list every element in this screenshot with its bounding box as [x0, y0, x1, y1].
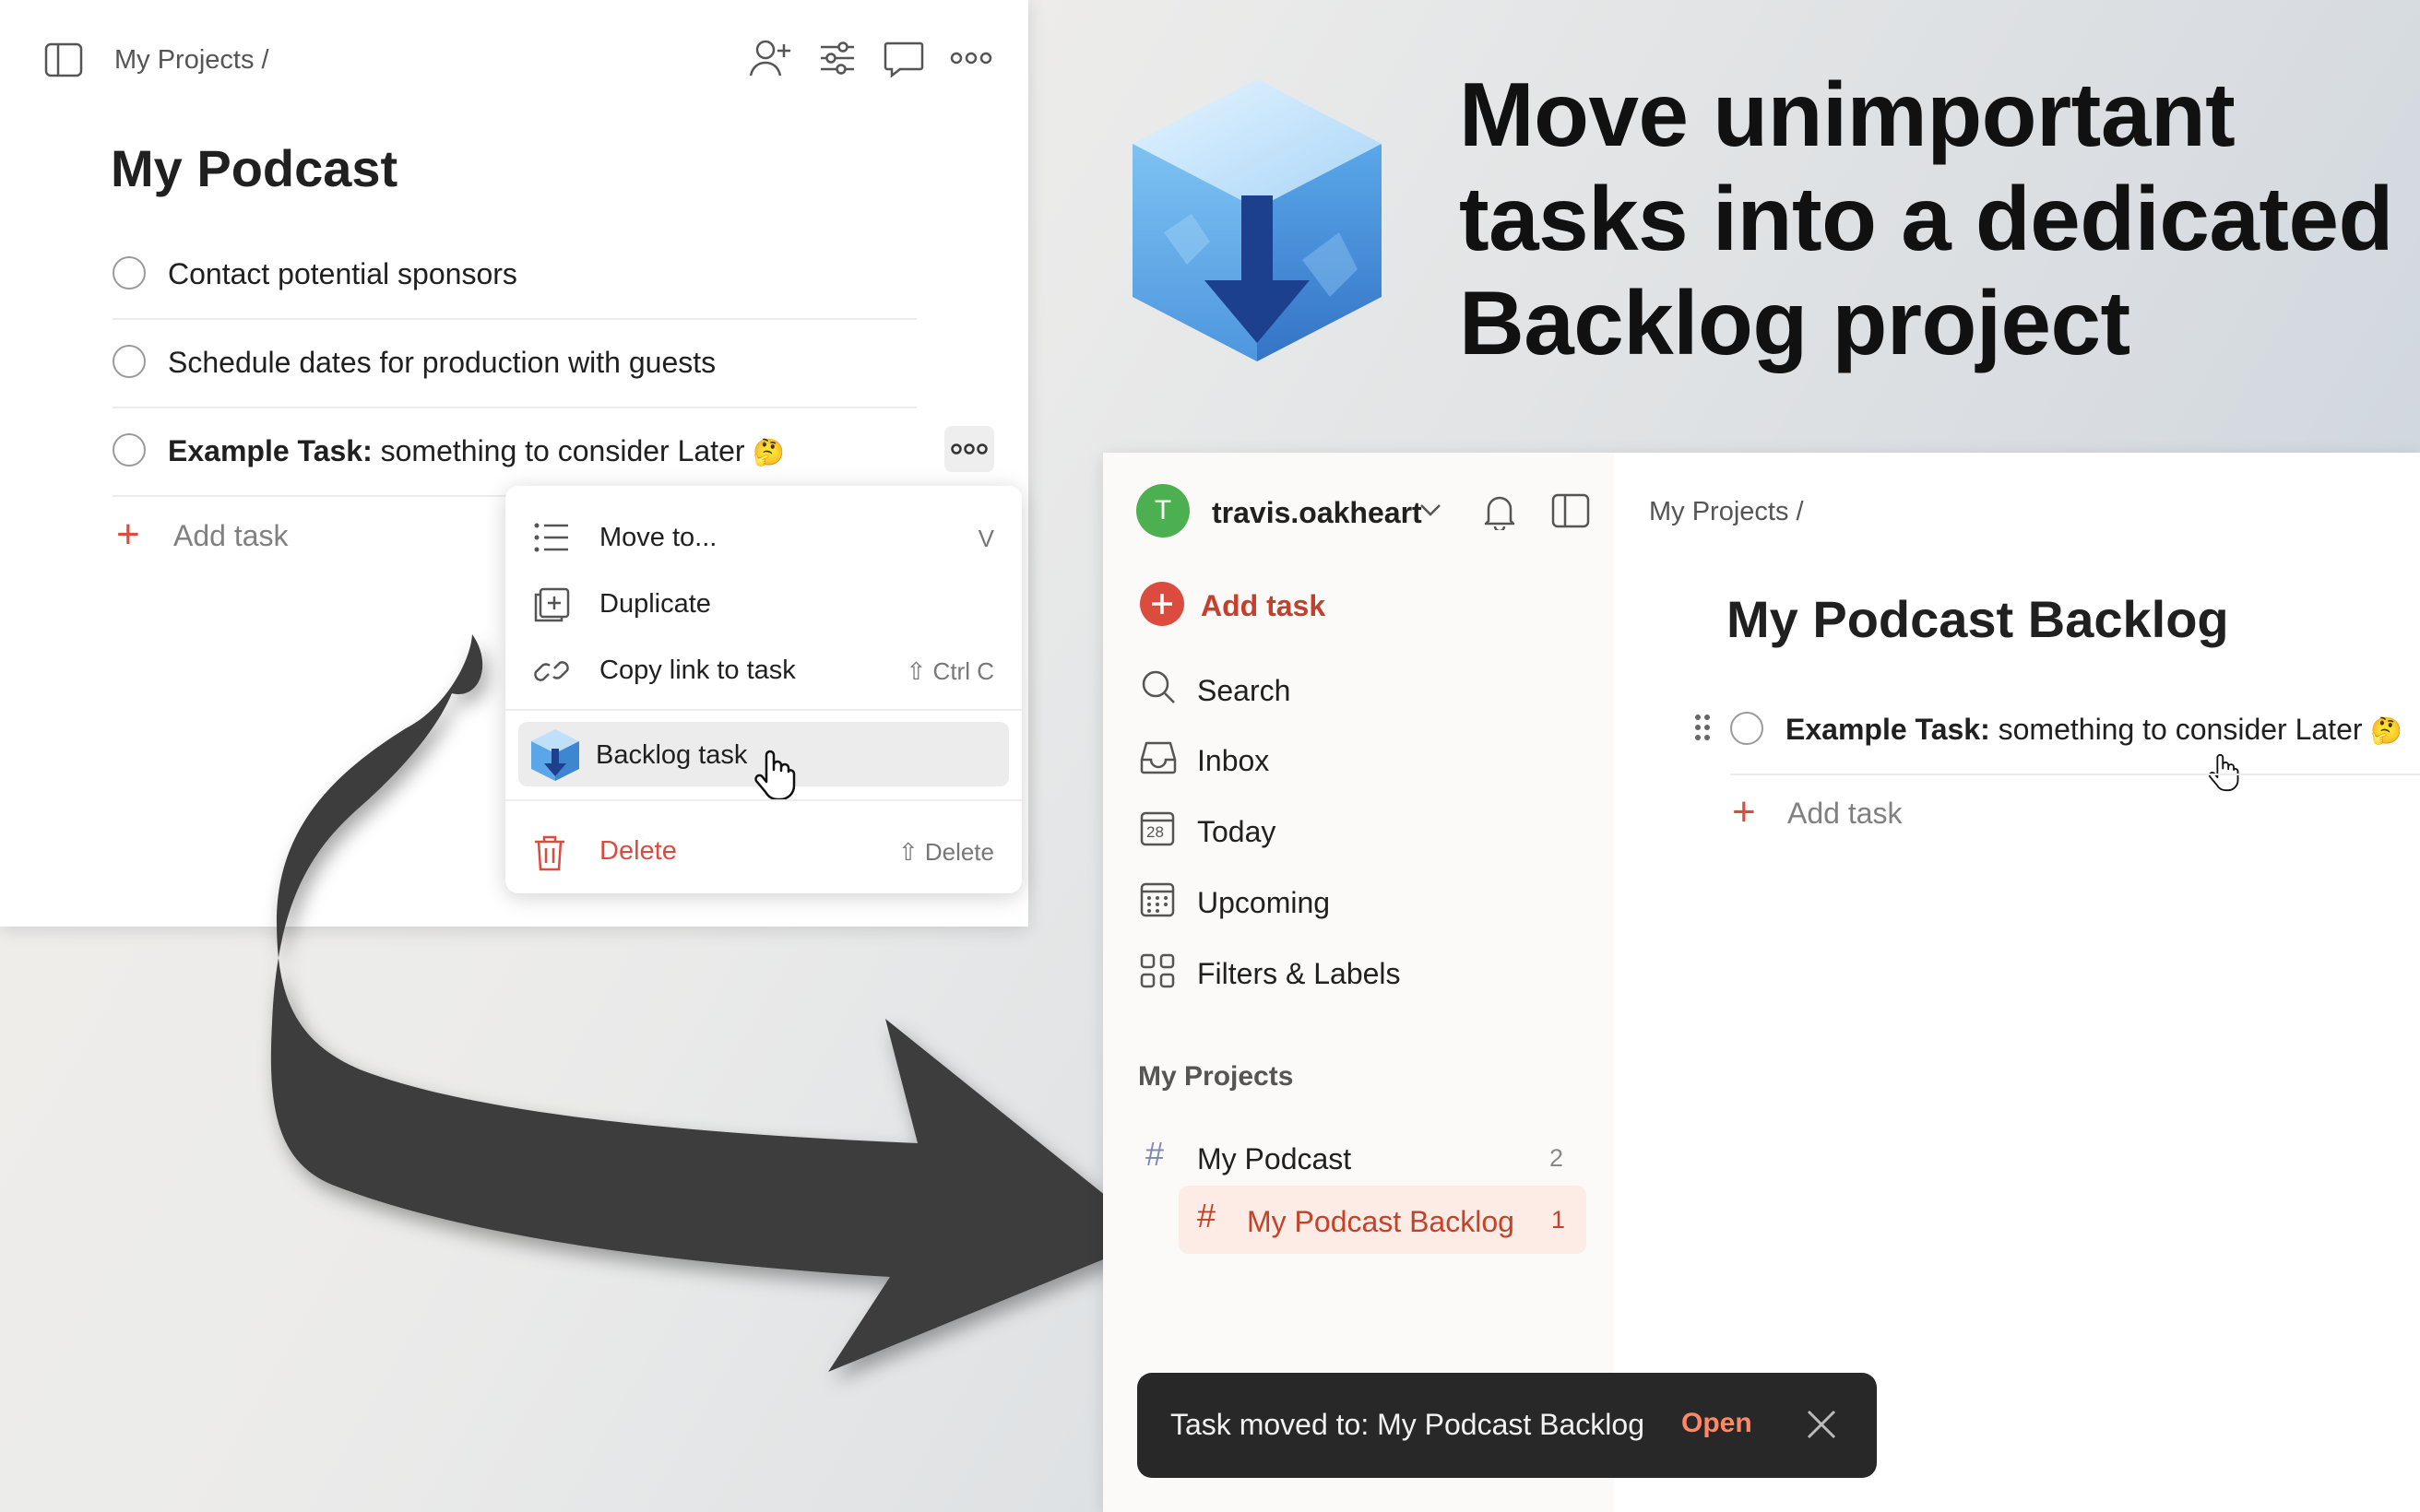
sidebar-item-label: Search: [1197, 674, 1291, 707]
headline-line: Backlog project: [1459, 272, 2130, 373]
sidebar-item-search[interactable]: Search: [1140, 663, 1583, 715]
sidebar-item-today[interactable]: 28 Today: [1140, 804, 1583, 856]
avatar[interactable]: T: [1136, 484, 1190, 537]
toast-message: Task moved to: My Podcast Backlog: [1170, 1408, 1644, 1441]
drag-handle-icon[interactable]: [1693, 713, 1712, 747]
toast-notification: Task moved to: My Podcast Backlog Open: [1137, 1373, 1877, 1478]
sidebar-item-label: Upcoming: [1197, 886, 1331, 919]
sidebar-item-filters-labels[interactable]: Filters & Labels: [1140, 946, 1583, 998]
task-content[interactable]: Example Task: something to consider Late…: [1785, 713, 2402, 747]
projects-section-header[interactable]: My Projects: [1138, 1061, 1293, 1093]
filters-grid-icon: [1140, 953, 1175, 993]
headline: Move unimportant tasks into a dedicated …: [1459, 63, 2418, 375]
sidebar-item-upcoming[interactable]: Upcoming: [1140, 875, 1583, 927]
backlog-logo-icon: [1127, 76, 1387, 370]
inbox-icon: [1140, 740, 1177, 780]
upcoming-calendar-icon: [1140, 882, 1175, 922]
project-name: My Podcast: [1197, 1142, 1352, 1175]
todoist-app-window: T travis.oakheart Add task Search Inbox …: [1103, 453, 2420, 1512]
add-task-label: Add task: [1787, 797, 1903, 830]
today-date-badge: 28: [1146, 823, 1164, 841]
thinking-emoji-icon: 🤔: [2370, 716, 2403, 745]
project-name: My Podcast Backlog: [1247, 1205, 1514, 1238]
task-text: something to consider Later: [1989, 713, 2363, 746]
sidebar: T travis.oakheart Add task Search Inbox …: [1103, 453, 1614, 1512]
sidebar-item-inbox[interactable]: Inbox: [1140, 733, 1583, 785]
task-bold-prefix: Example Task:: [1785, 713, 1990, 746]
today-calendar-icon: 28: [1140, 811, 1175, 851]
search-icon: [1140, 668, 1177, 710]
sidebar-item-label: Filters & Labels: [1197, 957, 1401, 990]
project-task-count: 2: [1549, 1144, 1564, 1172]
username[interactable]: travis.oakheart: [1212, 496, 1422, 530]
headline-line: Move unimportant: [1459, 64, 2236, 165]
close-icon[interactable]: [1805, 1408, 1838, 1446]
chevron-down-icon[interactable]: [1418, 501, 1442, 524]
sidebar-item-label: Today: [1197, 815, 1276, 848]
hashtag-icon: #: [1145, 1135, 1165, 1173]
add-task-button[interactable]: Add task: [1140, 582, 1417, 628]
project-task-count: 1: [1551, 1206, 1566, 1234]
breadcrumb[interactable]: My Projects /: [1649, 497, 1804, 527]
add-task-button[interactable]: + Add task: [1730, 789, 2007, 840]
page-title: My Podcast Backlog: [1726, 590, 2229, 648]
sidebar-project-my-podcast-backlog[interactable]: # My Podcast Backlog 1: [1179, 1186, 1586, 1254]
sidebar-project-my-podcast[interactable]: # My Podcast 2: [1140, 1128, 1583, 1187]
add-circle-icon: [1140, 582, 1184, 626]
sidebar-item-label: Inbox: [1197, 744, 1270, 777]
plus-icon: +: [1732, 789, 1756, 834]
sidebar-toggle-icon[interactable]: [1551, 493, 1590, 533]
big-curved-arrow-icon: [270, 634, 1157, 1372]
notifications-bell-icon[interactable]: [1483, 493, 1516, 535]
headline-line: tasks into a dedicated: [1459, 168, 2393, 269]
toast-open-button[interactable]: Open: [1681, 1408, 1752, 1439]
hashtag-icon: #: [1197, 1197, 1216, 1234]
add-task-label: Add task: [1201, 589, 1326, 622]
task-complete-checkbox[interactable]: [1730, 712, 1763, 745]
task-divider: [1730, 774, 2420, 775]
